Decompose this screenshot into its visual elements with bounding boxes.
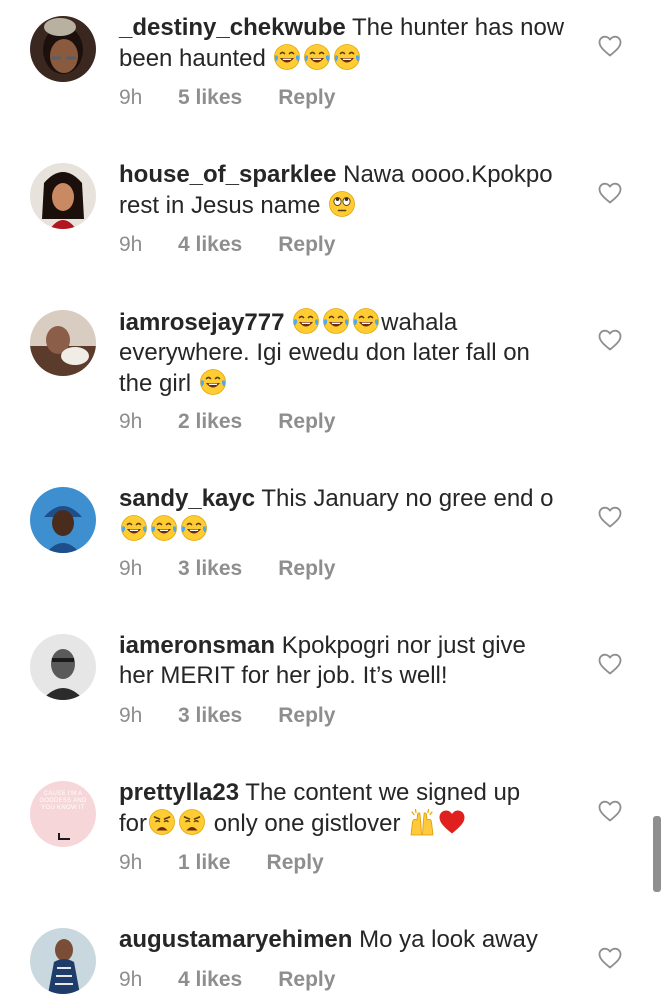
comment-text-part: for <box>119 810 148 837</box>
weary-face-icon <box>178 808 206 836</box>
likes-count[interactable]: 3 likes <box>178 557 242 581</box>
weary-face-icon <box>148 808 176 836</box>
red-heart-icon <box>438 808 466 836</box>
heart-icon[interactable] <box>598 329 622 351</box>
avatar-quote-text: CAUSE I'M A GODDESS AND YOU KNOW IT <box>39 791 87 811</box>
face-with-tears-of-joy-icon <box>150 514 178 542</box>
comment-meta: 9h 1 like Reply <box>119 851 324 875</box>
comment-meta: 9h 4 likes Reply <box>119 233 335 257</box>
comment-text: prettylla23 The content we signed up for… <box>119 778 589 839</box>
heel-icon <box>58 833 70 840</box>
comment-meta: 9h 3 likes Reply <box>119 557 335 581</box>
comment-text-part: rest in Jesus name <box>119 192 321 219</box>
comment-text-part: The content we signed up <box>245 779 521 806</box>
comment-body: sandy_kayc This January no gree end o <box>119 484 589 545</box>
comment-time: 9h <box>119 86 143 109</box>
comment-text: augustamaryehimen Mo ya look away <box>119 925 589 955</box>
likes-count[interactable]: 5 likes <box>178 86 242 110</box>
avatar[interactable] <box>30 163 96 229</box>
comment-body: iameronsman Kpokpogri nor just give her … <box>119 631 589 691</box>
comment-time: 9h <box>119 557 143 580</box>
comment-body: iamrosejay777 wahala everywhere. Igi ewe… <box>119 307 589 399</box>
comment-text-part: only one gistlover <box>213 810 401 837</box>
face-with-tears-of-joy-icon <box>180 514 208 542</box>
comment-text-part: everywhere. Igi ewedu don later fall on <box>119 339 530 366</box>
comment-body: _destiny_chekwube The hunter has now bee… <box>119 13 589 74</box>
face-with-tears-of-joy-icon <box>292 307 320 335</box>
comment-text: _destiny_chekwube The hunter has now bee… <box>119 13 589 74</box>
avatar[interactable]: CAUSE I'M A GODDESS AND YOU KNOW IT <box>30 781 96 847</box>
heart-icon[interactable] <box>598 800 622 822</box>
comment-username[interactable]: house_of_sparklee <box>119 161 336 188</box>
comment-time: 9h <box>119 968 143 991</box>
face-with-tears-of-joy-icon <box>333 43 361 71</box>
comment-text-part: wahala <box>381 309 458 336</box>
reply-button[interactable]: Reply <box>267 851 324 875</box>
face-with-tears-of-joy-icon <box>352 307 380 335</box>
comment-time: 9h <box>119 410 143 433</box>
comment-meta: 9h 5 likes Reply <box>119 86 335 110</box>
face-with-tears-of-joy-icon <box>120 514 148 542</box>
heart-icon[interactable] <box>598 653 622 675</box>
comment-text: iameronsman Kpokpogri nor just give her … <box>119 631 589 691</box>
comment-text-part: the girl <box>119 370 192 397</box>
reply-button[interactable]: Reply <box>278 410 335 434</box>
comment-text-part: Nawa oooo.Kpokpo <box>343 161 553 188</box>
comment-text-part: been haunted <box>119 45 266 72</box>
reply-button[interactable]: Reply <box>278 86 335 110</box>
likes-count[interactable]: 3 likes <box>178 704 242 728</box>
avatar[interactable] <box>30 928 96 994</box>
comment-body: prettylla23 The content we signed up for… <box>119 778 589 839</box>
heart-icon[interactable] <box>598 182 622 204</box>
comment-username[interactable]: iameronsman <box>119 632 275 659</box>
comment-meta: 9h 3 likes Reply <box>119 704 335 728</box>
likes-count[interactable]: 1 like <box>178 851 231 875</box>
comment-text: sandy_kayc This January no gree end o <box>119 484 589 545</box>
comment-username[interactable]: iamrosejay777 <box>119 309 284 336</box>
avatar[interactable] <box>30 487 96 553</box>
reply-button[interactable]: Reply <box>278 968 335 992</box>
comment-text: iamrosejay777 wahala everywhere. Igi ewe… <box>119 307 589 399</box>
comment-body: house_of_sparklee Nawa oooo.Kpokpo rest … <box>119 160 589 221</box>
face-with-tears-of-joy-icon <box>303 43 331 71</box>
comment-time: 9h <box>119 233 143 256</box>
comment-time: 9h <box>119 851 143 874</box>
heart-icon[interactable] <box>598 947 622 969</box>
comment-text-part: Mo ya look away <box>359 926 538 953</box>
comment-text: house_of_sparklee Nawa oooo.Kpokpo rest … <box>119 160 589 221</box>
reply-button[interactable]: Reply <box>278 704 335 728</box>
heart-icon[interactable] <box>598 35 622 57</box>
comment-text-part: This January no gree end o <box>261 485 554 512</box>
avatar[interactable] <box>30 16 96 82</box>
reply-button[interactable]: Reply <box>278 233 335 257</box>
comment-text-part: The hunter has now <box>352 14 565 41</box>
face-with-tears-of-joy-icon <box>273 43 301 71</box>
likes-count[interactable]: 4 likes <box>178 968 242 992</box>
raising-hands-icon <box>408 808 436 836</box>
comment-username[interactable]: _destiny_chekwube <box>119 14 346 41</box>
comment-body: augustamaryehimen Mo ya look away <box>119 925 589 955</box>
likes-count[interactable]: 2 likes <box>178 410 242 434</box>
comment-username[interactable]: augustamaryehimen <box>119 926 352 953</box>
likes-count[interactable]: 4 likes <box>178 233 242 257</box>
comment-username[interactable]: sandy_kayc <box>119 485 255 512</box>
comment-meta: 9h 2 likes Reply <box>119 410 335 434</box>
face-with-tears-of-joy-icon <box>322 307 350 335</box>
scrollbar[interactable] <box>653 816 661 892</box>
comment-meta: 9h 4 likes Reply <box>119 968 335 992</box>
comment-text-part: Kpokpogri nor just give <box>281 632 526 659</box>
avatar[interactable] <box>30 310 96 376</box>
comment-text-part: her MERIT for her job. It’s well! <box>119 662 448 689</box>
face-with-tears-of-joy-icon <box>199 368 227 396</box>
heart-icon[interactable] <box>598 506 622 528</box>
comment-time: 9h <box>119 704 143 727</box>
face-with-rolling-eyes-icon <box>328 190 356 218</box>
reply-button[interactable]: Reply <box>278 557 335 581</box>
avatar[interactable] <box>30 634 96 700</box>
comment-username[interactable]: prettylla23 <box>119 779 239 806</box>
